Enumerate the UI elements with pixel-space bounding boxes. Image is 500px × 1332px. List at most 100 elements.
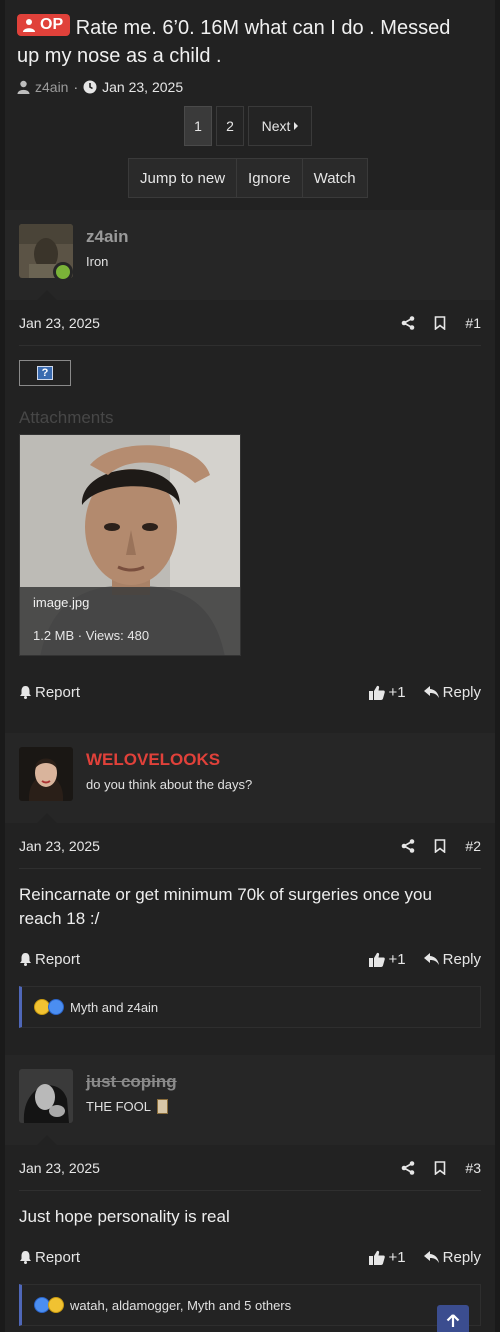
- attachment-info: image.jpg 1.2 MB · Views: 480: [20, 587, 240, 655]
- share-icon[interactable]: [401, 315, 415, 330]
- reply-label: Reply: [442, 950, 481, 968]
- share-icon[interactable]: [401, 1160, 415, 1175]
- person-icon: [23, 19, 35, 32]
- post-number[interactable]: #1: [465, 315, 481, 331]
- post-username[interactable]: just coping: [86, 1072, 177, 1092]
- user-title: THE FOOL: [86, 1099, 169, 1114]
- post-footer: Report +1 Reply: [19, 680, 481, 704]
- post-1-user-block: z4ain Iron: [5, 210, 495, 300]
- tarot-card-icon: [157, 1099, 169, 1114]
- like-label: +1: [388, 1248, 406, 1266]
- post-body: Reincarnate or get minimum 70k of surger…: [19, 885, 432, 928]
- user-title: do you think about the days?: [86, 777, 253, 792]
- post-number[interactable]: #3: [465, 1160, 481, 1176]
- clock-icon: [83, 80, 97, 94]
- reactions-text: Myth and z4ain: [70, 999, 159, 1015]
- op-badge-label: OP: [40, 16, 64, 33]
- post-1: z4ain Iron Jan 23, 2025 #1 ? Attachments: [5, 210, 495, 722]
- scroll-to-top-button[interactable]: [437, 1305, 469, 1332]
- report-button[interactable]: Report: [19, 684, 80, 701]
- watch-button[interactable]: Watch: [302, 159, 367, 197]
- reactions-bar[interactable]: watah, aldamogger, Myth and 5 others: [19, 1284, 481, 1326]
- avatar-image: [19, 747, 73, 801]
- post-meta: Jan 23, 2025 #3: [19, 1145, 481, 1191]
- attachment-filename: image.jpg: [33, 595, 90, 610]
- attachments-label: Attachments: [19, 408, 114, 427]
- attachment-thumbnail[interactable]: image.jpg 1.2 MB · Views: 480: [19, 434, 241, 656]
- post-meta: Jan 23, 2025 #2: [19, 823, 481, 869]
- report-button[interactable]: Report: [19, 951, 80, 968]
- reply-button[interactable]: Reply: [423, 684, 481, 701]
- post-footer: Report +1 Reply: [19, 947, 481, 971]
- page: OP Rate me. 6’0. 16M what can I do . Mes…: [5, 0, 495, 1332]
- jump-to-new-button[interactable]: Jump to new: [129, 159, 238, 197]
- post-date[interactable]: Jan 23, 2025: [19, 315, 100, 331]
- thread-title: OP Rate me. 6’0. 16M what can I do . Mes…: [17, 14, 477, 70]
- post-2: WELOVELOOKS do you think about the days?…: [5, 733, 495, 1043]
- post-footer-actions: +1 Reply: [368, 683, 481, 701]
- reply-button[interactable]: Reply: [423, 950, 481, 968]
- reply-icon: [423, 686, 439, 698]
- post-username[interactable]: z4ain: [86, 227, 129, 247]
- report-label: Report: [35, 1248, 81, 1266]
- share-icon[interactable]: [401, 838, 415, 853]
- post-date[interactable]: Jan 23, 2025: [19, 1160, 100, 1176]
- thumbs-up-icon: [368, 1250, 385, 1265]
- avatar[interactable]: [19, 747, 73, 801]
- report-button[interactable]: Report: [19, 1249, 80, 1266]
- user-arrow: [37, 290, 57, 300]
- like-label: +1: [388, 950, 406, 968]
- avatar-image: [19, 1069, 73, 1123]
- bell-icon: [20, 686, 31, 699]
- bookmark-icon[interactable]: [433, 838, 447, 853]
- reactions-text: watah, aldamogger, Myth and 5 others: [70, 1297, 292, 1313]
- reply-label: Reply: [442, 1248, 481, 1266]
- caret-right-icon: [294, 122, 299, 130]
- post-footer: Report +1 Reply: [19, 1245, 481, 1269]
- post-meta-actions: #3: [401, 1160, 481, 1176]
- bell-icon: [20, 953, 31, 966]
- like-button[interactable]: +1: [368, 950, 406, 968]
- bookmark-icon[interactable]: [433, 1160, 447, 1175]
- post-footer-actions: +1 Reply: [368, 950, 481, 968]
- like-label: +1: [388, 683, 406, 701]
- post-number[interactable]: #2: [465, 838, 481, 854]
- bookmark-icon[interactable]: [433, 315, 447, 330]
- post-date[interactable]: Jan 23, 2025: [19, 838, 100, 854]
- user-icon: [17, 80, 30, 94]
- post-3: just coping THE FOOL Jan 23, 2025 #3 Jus…: [5, 1055, 495, 1332]
- post-meta: Jan 23, 2025 #1: [19, 300, 481, 346]
- thumbs-up-icon: [368, 685, 385, 700]
- thread-date[interactable]: Jan 23, 2025: [102, 79, 183, 95]
- page-2-button[interactable]: 2: [216, 106, 244, 146]
- like-button[interactable]: +1: [368, 683, 406, 701]
- next-page-button[interactable]: Next: [248, 106, 312, 146]
- broken-image-placeholder: ?: [19, 360, 71, 386]
- like-button[interactable]: +1: [368, 1248, 406, 1266]
- user-arrow: [37, 813, 57, 823]
- post-username[interactable]: WELOVELOOKS: [86, 750, 220, 770]
- post-2-user-block: WELOVELOOKS do you think about the days?: [5, 733, 495, 823]
- page-1-button[interactable]: 1: [184, 106, 212, 146]
- attachment-stats: 1.2 MB · Views: 480: [33, 628, 150, 643]
- thread-title-text: Rate me. 6’0. 16M what can I do . Messed…: [17, 17, 451, 67]
- ignore-button[interactable]: Ignore: [237, 159, 303, 197]
- thumbs-up-icon: [368, 952, 385, 967]
- meta-separator: ·: [73, 79, 79, 95]
- online-indicator: [53, 262, 73, 282]
- user-title: Iron: [86, 254, 109, 269]
- reactions-bar[interactable]: Myth and z4ain: [19, 986, 481, 1028]
- reply-button[interactable]: Reply: [423, 1248, 481, 1266]
- thread-author-link[interactable]: z4ain: [35, 79, 68, 95]
- next-label: Next: [261, 118, 291, 134]
- bell-icon: [20, 1251, 31, 1264]
- like-reaction-icon: [48, 999, 64, 1015]
- thread-meta: z4ain · Jan 23, 2025: [17, 79, 477, 95]
- pagination: 1 2 Next: [184, 106, 312, 146]
- report-label: Report: [35, 950, 81, 968]
- post-meta-actions: #2: [401, 838, 481, 854]
- reply-icon: [423, 953, 439, 965]
- post-3-user-block: just coping THE FOOL: [5, 1055, 495, 1145]
- avatar[interactable]: [19, 1069, 73, 1123]
- thread-actions: Jump to new Ignore Watch: [128, 158, 368, 198]
